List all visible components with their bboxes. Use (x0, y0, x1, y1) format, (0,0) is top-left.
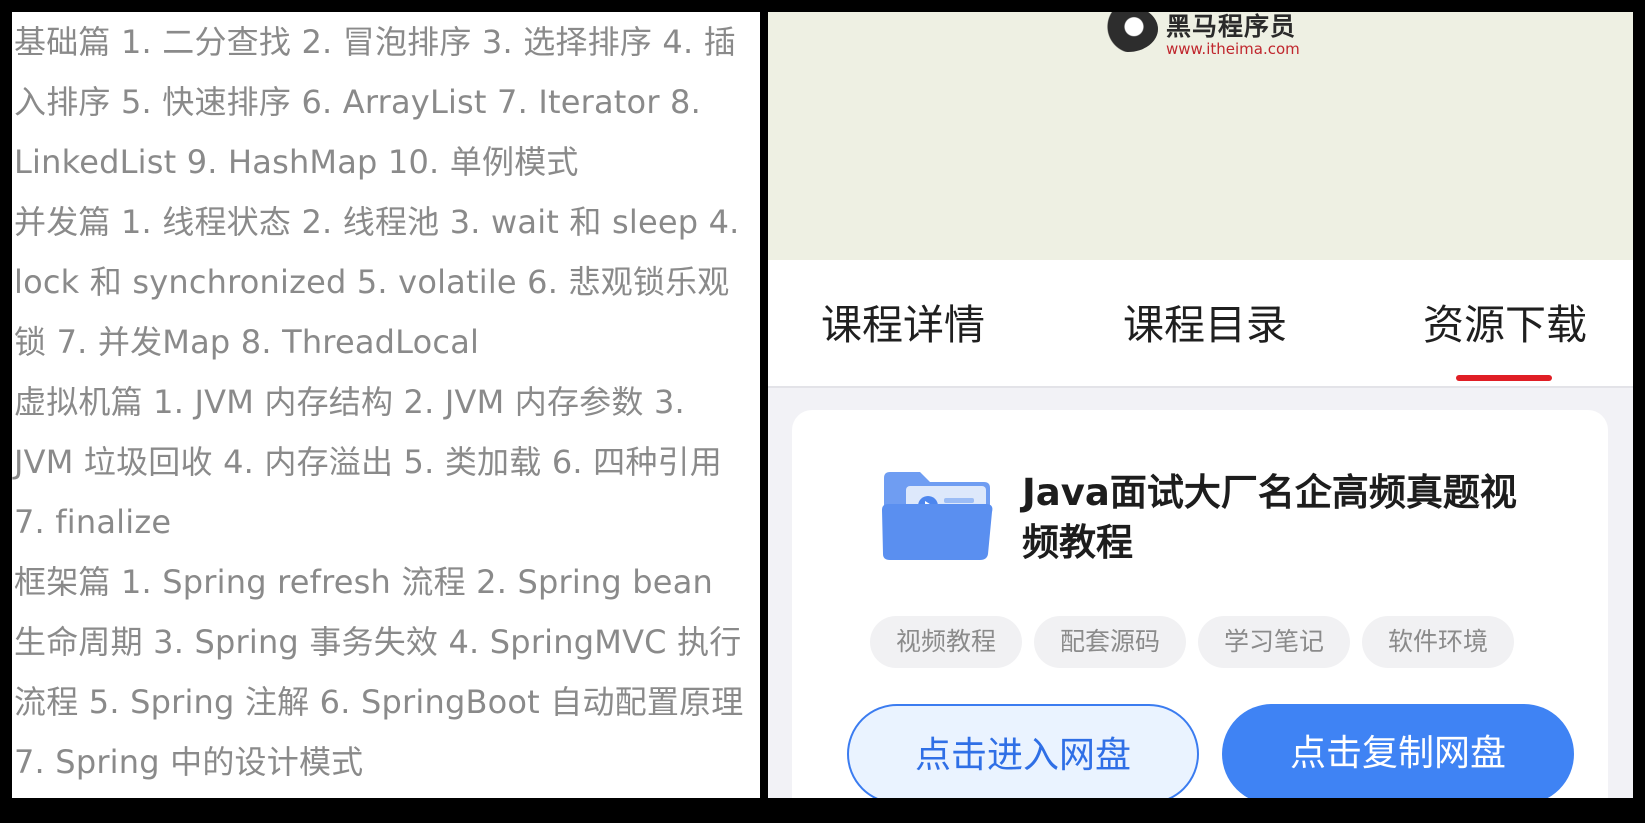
article-text: 基础篇 1. 二分查找 2. 冒泡排序 3. 选择排序 4. 插入排序 5. 快… (14, 12, 750, 792)
article-paragraph-jvm: 虚拟机篇 1. JVM 内存结构 2. JVM 内存参数 3. JVM 垃圾回收… (14, 383, 722, 541)
video-folder-icon (882, 472, 993, 560)
tab-course-catalog[interactable]: 课程目录 (1123, 300, 1287, 350)
article-paragraph-concurrency: 并发篇 1. 线程状态 2. 线程池 3. wait 和 sleep 4. lo… (14, 203, 740, 361)
tag-software-env[interactable]: 软件环境 (1362, 616, 1515, 668)
resource-tags: 视频教程 配套源码 学习笔记 软件环境 (870, 616, 1526, 668)
article-paragraph-basics: 基础篇 1. 二分查找 2. 冒泡排序 3. 选择排序 4. 插入排序 5. 快… (14, 23, 736, 181)
brand-logo: 黑马程序员 www.itheima.com (1098, 12, 1300, 58)
article-paragraph-framework: 框架篇 1. Spring refresh 流程 2. Spring bean … (14, 563, 744, 781)
course-banner: 黑马程序员 www.itheima.com (768, 12, 1633, 260)
course-title: Java面试大厂名企高频真题视频教程 (1022, 471, 1517, 564)
course-tabs: 课程详情 课程目录 资源下载 (768, 260, 1633, 388)
tag-video-tutorial[interactable]: 视频教程 (870, 616, 1023, 668)
tag-source-code[interactable]: 配套源码 (1034, 616, 1187, 668)
horse-logo-icon (1098, 12, 1158, 52)
course-page: 黑马程序员 www.itheima.com 课程详情 课程目录 资源下载 Jav… (768, 12, 1633, 798)
tab-course-details[interactable]: 课程详情 (821, 300, 985, 350)
article-panel: 基础篇 1. 二分查找 2. 冒泡排序 3. 选择排序 4. 插入排序 5. 快… (12, 12, 760, 798)
logo-name: 黑马程序员 (1166, 12, 1297, 41)
logo-url: www.itheima.com (1166, 40, 1300, 58)
tab-resource-download[interactable]: 资源下载 (1423, 300, 1587, 350)
open-netdisk-button[interactable]: 点击进入网盘 (847, 704, 1199, 798)
copy-netdisk-button[interactable]: 点击复制网盘 (1222, 704, 1574, 798)
resource-card: Java面试大厂名企高频真题视频教程 视频教程 配套源码 学习笔记 软件环境 点… (792, 410, 1608, 798)
active-tab-indicator (1456, 375, 1552, 381)
tag-study-notes[interactable]: 学习笔记 (1198, 616, 1351, 668)
